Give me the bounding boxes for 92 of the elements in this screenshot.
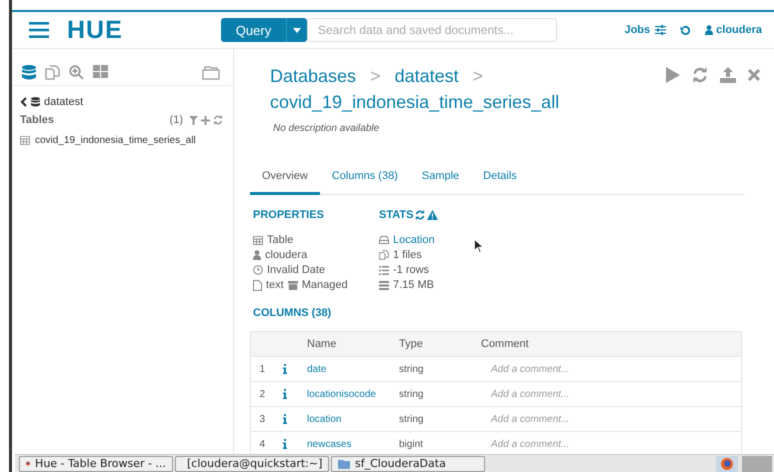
documents-icon[interactable] — [45, 64, 60, 80]
warning-icon[interactable] — [427, 210, 438, 220]
info-icon[interactable] — [283, 364, 287, 374]
storage-icon — [379, 280, 389, 290]
comment-field[interactable]: Add a comment... — [481, 438, 741, 450]
column-header[interactable]: Name — [307, 338, 399, 350]
history-icon[interactable] — [680, 24, 692, 36]
stat-value: 7.15 MB — [393, 279, 434, 291]
row-number: 4 — [258, 438, 266, 450]
property-value: text — [266, 279, 284, 291]
folder-icon — [338, 458, 350, 468]
section-title: PROPERTIES — [253, 209, 325, 221]
jobs-button[interactable]: Jobs — [624, 24, 666, 36]
taskbar-item[interactable]: Hue - Table Browser - ... — [19, 456, 173, 472]
taskbar-item[interactable]: sf_ClouderaData — [331, 456, 485, 472]
file-icon — [253, 280, 262, 290]
column-type: string — [399, 388, 424, 400]
search-field[interactable]: Search data and saved documents... — [307, 18, 557, 42]
back-chevron-icon[interactable] — [20, 97, 27, 107]
database-name[interactable]: datatest — [44, 96, 84, 108]
menu-icon[interactable] — [29, 22, 49, 38]
mouse-cursor-icon — [474, 239, 483, 253]
column-name-link[interactable]: locationisocode — [307, 388, 399, 400]
property-value: Table — [267, 234, 294, 246]
tab[interactable]: Columns (38) — [320, 164, 410, 195]
comment-field[interactable]: Add a comment... — [481, 414, 741, 424]
info-icon[interactable] — [283, 389, 287, 399]
tab[interactable]: Details — [471, 164, 529, 195]
comment-field[interactable]: Add a comment... — [481, 388, 741, 400]
table-count: (1) — [170, 114, 183, 126]
property-value: cloudera — [265, 249, 308, 261]
folder-icon[interactable] — [202, 64, 220, 80]
user-menu-button[interactable]: cloudera — [705, 24, 762, 36]
refresh-icon[interactable] — [415, 210, 426, 220]
drive-icon — [379, 236, 389, 244]
play-icon[interactable] — [666, 67, 680, 83]
archive-icon — [288, 280, 298, 290]
zoom-in-icon[interactable] — [69, 64, 84, 80]
tab[interactable]: Overview — [250, 164, 320, 195]
user-icon — [253, 250, 261, 260]
property-value: Invalid Date — [267, 264, 326, 276]
row-number: 1 — [258, 364, 266, 374]
database-icon[interactable] — [22, 64, 36, 80]
table-list-item[interactable]: covid_19_indonesia_time_series_all — [35, 135, 196, 146]
comment-field[interactable]: Add a comment... — [481, 364, 741, 374]
sliders-icon — [655, 25, 666, 35]
breadcrumb-link[interactable]: datatest — [394, 63, 459, 89]
row-number: 3 — [258, 414, 266, 424]
column-type: bigint — [399, 438, 424, 450]
refresh-icon[interactable] — [213, 115, 223, 125]
section-title: STATS — [379, 209, 414, 221]
browser-icon[interactable] — [716, 456, 738, 472]
table-icon — [20, 136, 30, 145]
column-type: string — [399, 414, 424, 424]
query-button[interactable]: Query — [221, 18, 287, 42]
column-name-link[interactable]: location — [307, 414, 399, 424]
info-icon[interactable] — [283, 414, 287, 424]
breadcrumb-separator: > — [472, 65, 484, 88]
caret-icon — [293, 28, 301, 32]
column-name-link[interactable]: date — [307, 364, 399, 374]
grid-icon[interactable] — [93, 65, 108, 79]
property-value: Managed — [302, 279, 348, 291]
database-icon — [31, 97, 40, 107]
query-dropdown-button[interactable] — [287, 18, 307, 42]
breadcrumb-link[interactable]: covid_19_indonesia_time_series_all — [270, 89, 560, 115]
user-icon — [705, 25, 714, 35]
info-icon[interactable] — [283, 439, 287, 449]
table-description[interactable]: No description available — [250, 115, 774, 134]
column-name-link[interactable]: newcases — [307, 438, 399, 450]
hue-logo[interactable]: HUE — [67, 16, 137, 44]
column-type: string — [399, 364, 424, 374]
list-icon — [379, 266, 389, 274]
breadcrumb-separator: > — [370, 65, 381, 88]
documents-icon — [379, 250, 389, 260]
breadcrumb-link[interactable]: Databases — [270, 63, 356, 89]
section-title: COLUMNS (38) — [253, 307, 332, 319]
section-title: Tables — [20, 114, 54, 126]
filter-icon[interactable] — [189, 116, 198, 124]
stat-value[interactable]: Location — [393, 234, 435, 246]
plus-icon[interactable] — [201, 116, 210, 124]
row-number: 2 — [258, 388, 266, 400]
upload-icon[interactable] — [720, 67, 736, 83]
column-header[interactable]: Comment — [481, 338, 741, 350]
stat-value: -1 rows — [393, 264, 430, 276]
stat-value: 1 files — [393, 249, 422, 261]
close-icon[interactable] — [748, 69, 760, 81]
column-header[interactable]: Type — [399, 338, 481, 350]
table-icon — [253, 236, 263, 244]
refresh-icon[interactable] — [692, 67, 708, 83]
taskbar-item[interactable]: [cloudera@quickstart:~] — [175, 456, 329, 472]
tab[interactable]: Sample — [410, 164, 472, 195]
clock-icon — [253, 265, 263, 275]
